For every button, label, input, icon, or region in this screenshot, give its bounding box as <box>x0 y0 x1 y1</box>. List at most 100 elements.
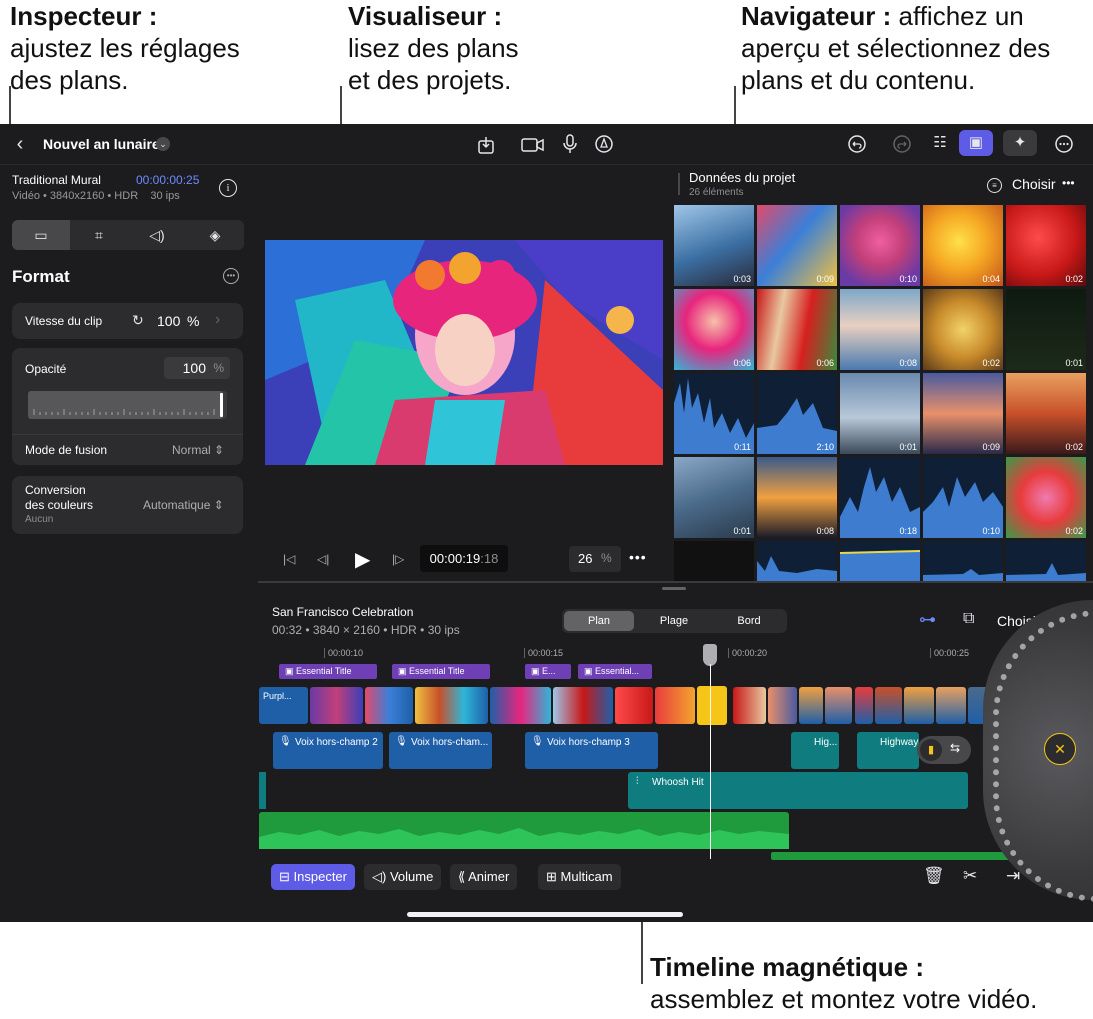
voiceover-clip[interactable]: 🎙 Voix hors-champ 2 <box>273 732 383 769</box>
title-clip[interactable]: ▣ Essential Title <box>279 664 377 679</box>
close-icon[interactable]: ✕ <box>1044 733 1076 765</box>
voiceover-clip[interactable]: 🎙 Voix hors-champ 3 <box>525 732 658 769</box>
video-clip[interactable] <box>553 687 613 724</box>
section-more-icon[interactable]: ••• <box>223 268 239 284</box>
browser-more-icon[interactable]: ••• <box>1062 176 1075 190</box>
thumb-item[interactable]: 0:02 <box>1006 205 1086 286</box>
snapping-icon[interactable]: ⊶ <box>919 610 936 630</box>
thumb-item[interactable]: 0:01 <box>1006 289 1086 370</box>
video-clip[interactable] <box>655 687 695 724</box>
thumb-item[interactable]: 0:01 <box>674 457 754 538</box>
thumb-item[interactable]: 2:10 <box>757 373 837 454</box>
effects-icon[interactable]: ✦ <box>1003 130 1037 156</box>
segment-plage[interactable]: Plage <box>638 611 710 631</box>
video-clip[interactable] <box>615 687 653 724</box>
chevron-right-icon[interactable]: › <box>215 311 220 329</box>
frame-forward-icon[interactable]: |▷ <box>392 552 404 566</box>
detach-icon[interactable]: ⇥ <box>1006 866 1020 886</box>
video-tab-icon[interactable]: ▭ <box>12 220 70 250</box>
panel-divider[interactable] <box>258 581 1093 583</box>
thumb-item[interactable]: 0:09 <box>923 373 1003 454</box>
frame-back-icon[interactable]: ◁| <box>317 552 329 566</box>
playhead[interactable] <box>710 664 711 859</box>
video-clip[interactable] <box>875 687 902 724</box>
thumb-item[interactable] <box>923 541 1003 581</box>
thumb-item[interactable]: 0:11 <box>674 373 754 454</box>
browser-handle[interactable] <box>678 173 680 195</box>
playhead-handle[interactable] <box>703 644 717 666</box>
undo-icon[interactable] <box>848 135 866 153</box>
voiceover-clip[interactable]: 🎙 Voix hors-cham... <box>389 732 492 769</box>
split-icon[interactable]: ✂ <box>963 866 977 886</box>
thumb-item[interactable] <box>1006 541 1086 581</box>
viewer-video-frame[interactable] <box>265 240 663 465</box>
multicam-button[interactable]: ⊞ Multicam <box>538 864 621 890</box>
clip-speed-row[interactable]: Vitesse du clip ↻ 100 % › <box>12 303 243 339</box>
inspector-toggle-icon[interactable]: ☷ <box>923 130 957 156</box>
browser-choose-button[interactable]: Choisir <box>1012 176 1056 192</box>
timecode-display[interactable]: 00:00:19:18 <box>420 545 508 572</box>
thumb-item[interactable] <box>674 541 754 581</box>
blend-mode-select[interactable]: Normal ⇕ <box>172 443 224 457</box>
thumb-item[interactable]: 0:08 <box>840 289 920 370</box>
thumb-item[interactable]: 0:09 <box>757 205 837 286</box>
info-icon[interactable]: i <box>219 179 237 197</box>
thumb-item[interactable]: 0:06 <box>674 289 754 370</box>
thumb-item[interactable]: 0:10 <box>923 457 1003 538</box>
photo-browser-icon[interactable]: ▣ <box>959 130 993 156</box>
thumb-item[interactable]: 0:01 <box>840 373 920 454</box>
music-clip[interactable]: Highway <box>857 732 919 769</box>
opacity-slider[interactable] <box>28 391 227 419</box>
volume-button[interactable]: ◁) Volume <box>364 864 442 890</box>
selected-video-clip[interactable] <box>697 686 727 725</box>
title-clip[interactable]: ▣ E... <box>525 664 571 679</box>
title-clip[interactable]: ▣ Essential Title <box>392 664 490 679</box>
video-clip[interactable] <box>825 687 852 724</box>
redo-icon[interactable] <box>893 135 911 153</box>
opacity-field[interactable]: 100 % <box>164 357 230 379</box>
video-clip[interactable] <box>415 687 488 724</box>
resize-handle[interactable] <box>662 587 686 590</box>
audio-tab-icon[interactable]: ◁) <box>128 220 186 250</box>
trash-icon[interactable]: 🗑 <box>923 866 945 886</box>
segment-plan[interactable]: Plan <box>564 611 634 631</box>
viewer-more-icon[interactable]: ••• <box>629 549 647 565</box>
camera-icon[interactable] <box>521 137 545 153</box>
jog-toggle[interactable]: ▮ ⇆ <box>917 736 971 764</box>
video-clip[interactable] <box>904 687 934 724</box>
clip-speed-value[interactable]: 100 <box>157 313 180 329</box>
clip-appearance-icon[interactable]: ⧉ <box>963 610 974 628</box>
video-clip[interactable] <box>310 687 363 724</box>
thumb-item[interactable]: 0:03 <box>674 205 754 286</box>
speed-reset-icon[interactable]: ↻ <box>132 312 144 329</box>
sfx-clip-start[interactable] <box>259 772 266 809</box>
color-conversion-card[interactable]: Conversion des couleurs Aucun Automatiqu… <box>12 476 243 534</box>
thumb-item[interactable]: 0:02 <box>923 289 1003 370</box>
thumb-item[interactable] <box>757 541 837 581</box>
animate-button[interactable]: ⟪ Animer <box>450 864 518 890</box>
list-icon[interactable]: ≡ <box>987 178 1002 193</box>
video-clip[interactable] <box>855 687 873 724</box>
play-icon[interactable]: ▶ <box>355 547 370 572</box>
thumb-item[interactable]: 0:08 <box>757 457 837 538</box>
music-clip[interactable]: Hig... <box>791 732 839 769</box>
thumb-item[interactable]: 0:02 <box>1006 457 1086 538</box>
video-clip[interactable] <box>799 687 823 724</box>
chevron-down-icon[interactable]: ⌄ <box>156 137 170 151</box>
thumb-item[interactable] <box>840 541 920 581</box>
video-clip[interactable]: Purpl... <box>259 687 308 724</box>
zoom-field[interactable]: 26 % <box>569 546 621 572</box>
color-conversion-select[interactable]: Automatique ⇕ <box>143 498 224 512</box>
video-clip[interactable] <box>733 687 766 724</box>
thumb-item[interactable]: 0:10 <box>840 205 920 286</box>
thumb-item[interactable]: 0:06 <box>757 289 837 370</box>
thumb-item[interactable]: 0:04 <box>923 205 1003 286</box>
video-clip[interactable] <box>768 687 797 724</box>
video-clip[interactable] <box>365 687 413 724</box>
pen-icon[interactable] <box>595 135 613 153</box>
mic-icon[interactable] <box>563 134 577 154</box>
crop-tab-icon[interactable]: ⌗ <box>70 220 128 250</box>
more-icon[interactable] <box>1055 135 1073 153</box>
segment-bord[interactable]: Bord <box>714 611 784 631</box>
skip-back-icon[interactable]: |◁ <box>283 552 295 566</box>
